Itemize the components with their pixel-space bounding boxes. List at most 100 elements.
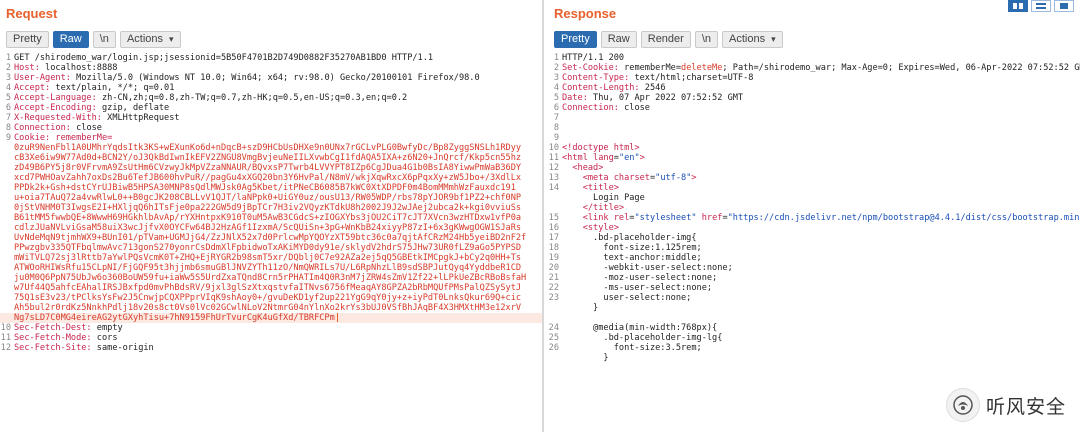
code-line: 11 Sec-Fetch-Mode: cors (0, 333, 542, 343)
text-cursor (336, 313, 338, 322)
line-content: 0jStVNHM0T3IwgsE2I+HXljqQ6hITsFje0pa222G… (14, 203, 542, 213)
line-content: UvNdeMqN9tjmhWX9+BUnI01/pTVam+UGMJjG4/Zz… (14, 233, 542, 243)
code-token: PPDk2k+Gsh+dstCYrUJBiwB5HPSA30MNP8sQdlMW… (14, 183, 516, 193)
code-line: Ah5bul2r0rdKz5NnkhPdlj18v20s8ct0Vs0lVc02… (0, 303, 542, 313)
line-content: <style> (562, 223, 1080, 233)
line-content: B61tMM5fwwbQE+8WwwH69HGkhlbAvAp/rYXHntpx… (14, 213, 542, 223)
line-content: User-Agent: Mozilla/5.0 (Windows NT 10.0… (14, 73, 542, 83)
line-content: .bd-placeholder-img{ (562, 233, 1080, 243)
request-tab-newline[interactable]: \n (92, 30, 116, 48)
code-token: zh-CN,zh;q=0.8,zh-TW;q=0.7,zh-HK;q=0.5,e… (101, 93, 408, 103)
request-toolbar: Pretty Raw \n Actions ▾ (0, 28, 542, 50)
code-token: B61tMM5fwwbQE+8WwwH69HGkhlbAvAp/rYXHntpx… (14, 213, 522, 223)
line-number: 1 (5, 53, 11, 63)
line-number (548, 303, 562, 313)
code-token: } (562, 353, 609, 363)
line-content: Sec-Fetch-Dest: empty (14, 323, 542, 333)
code-line: cB3Xe6iw9W77Ad0d+BCN2Y/oJ3QkBdIwnIkEFV2Z… (0, 153, 542, 163)
code-token: <html (562, 153, 594, 163)
request-pane: Request Pretty Raw \n Actions ▾ 1 GET /shi… (0, 0, 544, 432)
code-line: 1 GET /shirodemo_war/login.jsp;jsessionid… (0, 53, 542, 63)
code-line: Login Page (548, 193, 1080, 203)
code-token: text/plain, */*; q=0.01 (55, 83, 175, 93)
code-line: 11 <html lang="en"> (548, 153, 1080, 163)
code-token: @media(min-width:768px){ (562, 323, 718, 333)
code-line: 13 <meta charset="utf-8"> (548, 173, 1080, 183)
chevron-down-icon: ▾ (169, 33, 174, 44)
line-number: 26 (548, 343, 559, 353)
code-line: 25 .bd-placeholder-img-lg{ (548, 333, 1080, 343)
code-token: user-select:none; (562, 293, 692, 303)
code-token: UvNdeMqN9tjmhWX9+BUnI01/pTVam+UGMJjG4/Zz… (14, 233, 527, 243)
code-token: PPwzgbv335QTFbqlmwAvc713gonS270yonrCsDdm… (14, 243, 522, 253)
line-content: w7Uf44Q5ahfcEAhalIRSJBxfpd0mvPhBdsRV/9jx… (14, 283, 542, 293)
response-editor[interactable]: 1 HTTP/1.1 200 2 Set-Cookie: rememberMe=del… (548, 53, 1080, 432)
response-tab-pretty[interactable]: Pretty (554, 30, 597, 48)
line-content: Sec-Fetch-Mode: cors (14, 333, 542, 343)
line-content: font-size:1.125rem; (562, 243, 1080, 253)
line-number: 17 (548, 233, 559, 243)
line-content: Sec-Fetch-Site: same-origin (14, 343, 542, 353)
code-token: same-origin (96, 343, 154, 353)
code-line: w7Uf44Q5ahfcEAhalIRSJBxfpd0mvPhBdsRV/9jx… (0, 283, 542, 293)
request-tab-raw[interactable]: Raw (52, 30, 89, 48)
code-token: <meta (562, 173, 614, 183)
code-token: 0zuR9NenFbl1A0UMhrYqdsItk3KS+wEXunKo6d+n… (14, 143, 522, 153)
line-content (562, 313, 1080, 323)
request-actions-button[interactable]: Actions ▾ (119, 30, 181, 48)
code-token: User-Agent: (14, 73, 77, 83)
response-actions-button[interactable]: Actions ▾ (722, 30, 783, 48)
response-toolbar: Pretty Raw Render \n Actions ▾ (548, 28, 1080, 50)
code-token: deleteMe (681, 63, 723, 73)
code-line: 7 (548, 113, 1080, 123)
line-number: 2 (553, 63, 559, 73)
line-number: 18 (548, 243, 559, 253)
code-token: Sec-Fetch-Site: (14, 343, 97, 353)
line-content: Host: localhost:8888 (14, 63, 542, 73)
line-number (0, 153, 14, 163)
line-content (562, 133, 1080, 143)
line-number (0, 273, 14, 283)
line-content (562, 123, 1080, 133)
code-line: u+oia7TAuQ72a4vwRlwL0++B0gcJK208CBLLvV1Q… (0, 193, 542, 203)
line-content: Connection: close (14, 123, 542, 133)
code-token: <link (562, 213, 614, 223)
line-number: 25 (548, 333, 559, 343)
code-line: 26 font-size:3.5rem; (548, 343, 1080, 353)
request-editor[interactable]: 1 GET /shirodemo_war/login.jsp;jsessionid… (0, 53, 542, 432)
line-number: 3 (553, 73, 559, 83)
line-number: 16 (548, 223, 559, 233)
code-token: w7Uf44Q5ahfcEAhalIRSJBxfpd0mvPhBdsRV/9jx… (14, 283, 522, 293)
split-view-icon[interactable] (1008, 0, 1028, 12)
single-view-icon[interactable] (1054, 0, 1074, 12)
code-token: Mozilla/5.0 (Windows NT 10.0; Win64; x64… (76, 73, 480, 83)
code-line: 8 (548, 123, 1080, 133)
code-line: 19 text-anchor:middle; (548, 253, 1080, 263)
code-line: 4 Content-Length: 2546 (548, 83, 1080, 93)
response-tab-render[interactable]: Render (640, 30, 691, 48)
response-tab-raw[interactable]: Raw (600, 30, 637, 48)
code-token: close (624, 103, 650, 113)
line-number (0, 223, 14, 233)
code-token: <!doctype html> (562, 143, 640, 153)
code-token: href (701, 213, 723, 223)
code-line: ATWOoRHIWsRfu15CLpNI/FjGQF95t3hjjmb6smuG… (0, 263, 542, 273)
code-token: GET /shirodemo_war/login.jsp;jsessionid=… (14, 53, 434, 63)
code-line: 5 Date: Thu, 07 Apr 2022 07:52:52 GMT (548, 93, 1080, 103)
code-token: HTTP/1.1 200 (562, 53, 625, 63)
line-number: 2 (5, 63, 11, 73)
line-number: 5 (553, 93, 559, 103)
response-tab-newline[interactable]: \n (694, 30, 719, 48)
request-tab-pretty[interactable]: Pretty (6, 30, 49, 48)
line-content: user-select:none; (562, 293, 1080, 303)
line-content: Accept-Encoding: gzip, deflate (14, 103, 542, 113)
line-number: 15 (548, 213, 559, 223)
code-token: Ah5bul2r0rdKz5NnkhPdlj18v20s8ct0Vs0lVc02… (14, 303, 522, 313)
code-token: rememberMe= (624, 63, 682, 73)
code-token: <style> (562, 223, 619, 233)
line-content: } (562, 303, 1080, 313)
code-line: 22 -ms-user-select:none; (548, 283, 1080, 293)
code-token: empty (96, 323, 123, 333)
line-content: u+oia7TAuQ72a4vwRlwL0++B0gcJK208CBLLvV1Q… (14, 193, 542, 203)
horizontal-view-icon[interactable] (1031, 0, 1051, 12)
